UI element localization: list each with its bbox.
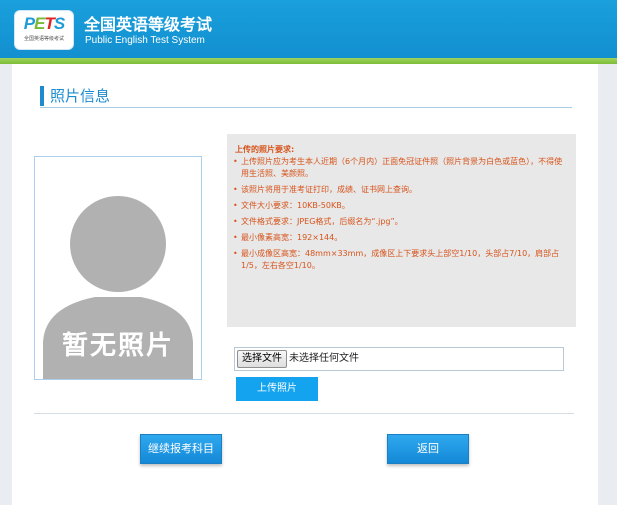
photo-requirements: 上传的照片要求: 上传照片应为考生本人近期（6个月内）正面免冠证件照（照片背景为…	[227, 134, 576, 327]
continue-registration-button[interactable]: 继续报考科目	[140, 434, 222, 464]
requirements-list: 上传照片应为考生本人近期（6个月内）正面免冠证件照（照片背景为白色或蓝色），不得…	[233, 156, 567, 276]
requirement-item: 文件大小要求：10KB-50KB。	[233, 200, 567, 212]
requirement-item: 文件格式要求：JPEG格式，后缀名为“.jpg”。	[233, 216, 567, 228]
header: PETS 全国英语等级考试 全国英语等级考试 Public English Te…	[0, 0, 617, 58]
choose-file-button[interactable]: 选择文件	[237, 350, 287, 368]
upload-photo-button[interactable]: 上传照片	[236, 377, 318, 401]
requirement-item: 该照片将用于准考证打印，成绩、证书网上查询。	[233, 184, 567, 196]
requirement-item: 上传照片应为考生本人近期（6个月内）正面免冠证件照（照片背景为白色或蓝色），不得…	[233, 156, 567, 180]
site-title: 全国英语等级考试	[84, 15, 213, 34]
main-panel: 照片信息 暂无照片 上传的照片要求: 上传照片应为考生本人近期（6个月内）正面免…	[12, 64, 598, 505]
photo-file-input[interactable]: 选择文件 未选择任何文件	[234, 347, 564, 371]
section-divider	[40, 107, 572, 108]
pets-logo: PETS 全国英语等级考试	[14, 10, 74, 50]
requirement-item: 最小成像区高宽：48mm×33mm，成像区上下要求头上部空1/10，头部占7/1…	[233, 248, 567, 272]
no-photo-label: 暂无照片	[61, 331, 174, 361]
back-button[interactable]: 返回	[387, 434, 469, 464]
file-status-text: 未选择任何文件	[289, 353, 359, 364]
photo-preview: 暂无照片	[34, 156, 202, 380]
requirements-title: 上传的照片要求:	[235, 145, 295, 154]
section-title: 照片信息	[40, 86, 110, 106]
actions-divider	[34, 413, 574, 414]
requirement-item: 最小像素高宽：192×144。	[233, 232, 567, 244]
logo-wordmark: PETS	[23, 14, 65, 33]
site-subtitle: Public English Test System	[85, 35, 205, 46]
logo-subtitle: 全国英语等级考试	[23, 36, 64, 42]
